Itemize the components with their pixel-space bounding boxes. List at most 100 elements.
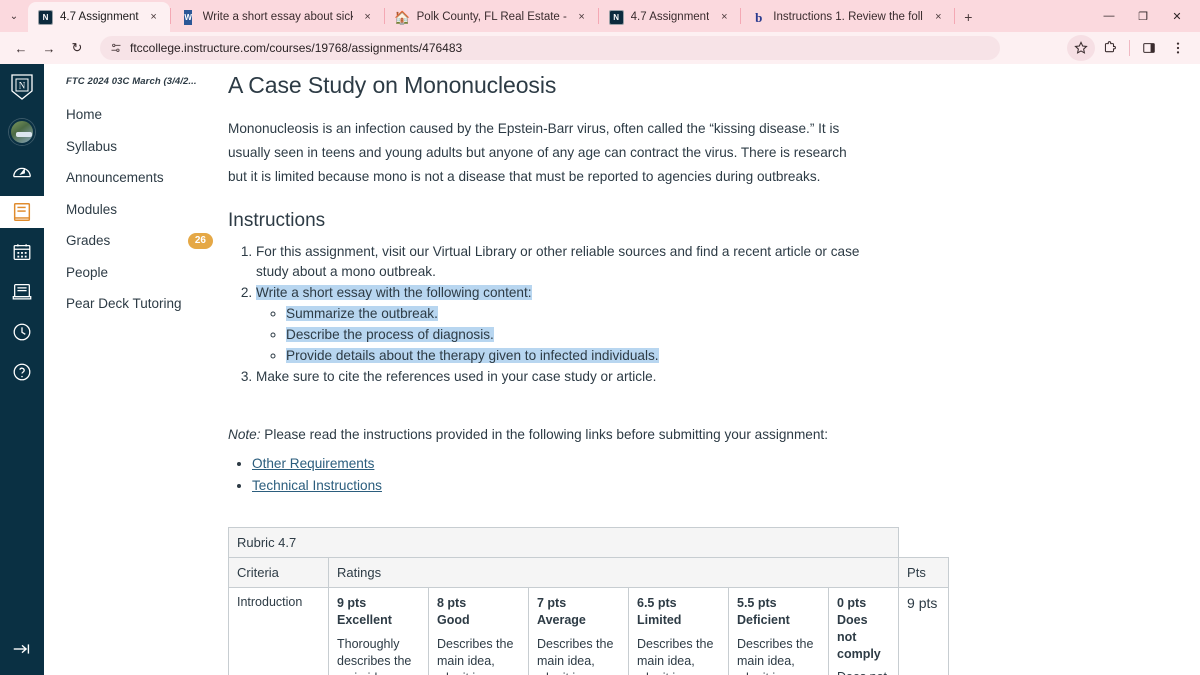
rating-label: Excellent xyxy=(337,612,392,627)
rating-description: Thoroughly describes the main idea, why … xyxy=(337,636,412,675)
sidebar-item-syllabus[interactable]: Syllabus xyxy=(44,131,223,163)
browser-toolbar: ← → ↻ ftccollege.instructure.com/courses… xyxy=(0,32,1200,64)
sidebar-item-help[interactable] xyxy=(0,356,44,388)
toolbar-divider xyxy=(1129,40,1130,56)
course-nav-label: Grades xyxy=(66,233,111,249)
rating-points: 5.5 pts xyxy=(737,595,777,610)
course-nav-label: People xyxy=(66,264,109,280)
link-technical-instructions[interactable]: Technical Instructions xyxy=(252,478,382,493)
rubric-rating-cell[interactable]: 6.5 pts Limited Describes the main idea,… xyxy=(628,586,729,675)
tab-close-icon[interactable]: × xyxy=(930,9,946,25)
bitly-icon: b xyxy=(755,9,763,25)
course-nav-label: Home xyxy=(66,107,103,122)
browser-tab-1[interactable]: N 4.7 Assignment × xyxy=(28,2,170,32)
note-prefix: Note: xyxy=(228,427,261,443)
instruction-subtext: Describe the process of diagnosis. xyxy=(286,327,494,342)
browser-tab-title: Instructions 1. Review the follo xyxy=(773,11,924,23)
browser-tab-title: 4.7 Assignment xyxy=(630,11,710,23)
courses-book-icon xyxy=(13,203,31,221)
star-icon[interactable] xyxy=(1067,35,1095,61)
puzzle-piece-icon[interactable] xyxy=(1096,35,1124,61)
rating-description: Describes the main idea, why it is impor… xyxy=(437,636,514,675)
sidebar-item-inbox[interactable] xyxy=(0,276,44,308)
address-bar[interactable]: ftccollege.instructure.com/courses/19768… xyxy=(100,36,1000,60)
link-other-requirements[interactable]: Other Requirements xyxy=(252,456,374,471)
rating-description: Describes the main idea, why it is impor… xyxy=(537,636,614,675)
rubric-caption-row: Rubric 4.7 xyxy=(227,526,949,558)
rubric-section: Rubric 4.7 Criteria Ratings Pts Introduc… xyxy=(227,526,1176,675)
tab-close-icon[interactable]: × xyxy=(360,9,376,25)
rating-points: 6.5 pts xyxy=(637,595,677,610)
sidebar-item-account[interactable] xyxy=(0,116,44,148)
three-dot-menu-icon[interactable] xyxy=(1164,35,1192,61)
dashboard-gauge-icon xyxy=(13,167,31,178)
instructions-list: For this assignment, visit our Virtual L… xyxy=(228,242,1176,388)
rubric-rating-cell[interactable]: 9 pts Excellent Thoroughly describes the… xyxy=(328,586,429,675)
sidebar-item-people[interactable]: People xyxy=(44,257,223,289)
browser-tab-5[interactable]: b Instructions 1. Review the follo × xyxy=(741,2,954,32)
maximize-window-button[interactable]: ❐ xyxy=(1126,1,1160,31)
sidebar-item-courses[interactable] xyxy=(0,196,44,228)
tune-icon[interactable] xyxy=(110,42,122,54)
list-item: Describe the process of diagnosis. xyxy=(286,325,876,345)
instruction-subtext: Summarize the outbreak. xyxy=(286,305,438,321)
assignment-intro-paragraph: Mononucleosis is an infection caused by … xyxy=(228,121,847,185)
note-paragraph: Note: Please read the instructions provi… xyxy=(228,427,1176,442)
sidebar-item-modules[interactable]: Modules xyxy=(44,194,223,226)
list-item: Provide details about the therapy given … xyxy=(286,346,876,366)
tab-close-icon[interactable]: × xyxy=(146,9,162,25)
browser-tab-2[interactable]: W Write a short essay about sickl × xyxy=(171,2,384,32)
canvas-icon: N xyxy=(608,9,624,25)
tab-close-icon[interactable]: × xyxy=(716,9,732,25)
rating-label: Average xyxy=(537,612,586,627)
sidebar-item-calendar[interactable] xyxy=(0,236,44,268)
calendar-icon xyxy=(13,244,31,260)
rubric-rating-cell[interactable]: 7 pts Average Describes the main idea, w… xyxy=(528,586,629,675)
note-text: Please read the instructions provided in… xyxy=(260,427,828,443)
sidebar-item-grades[interactable]: Grades 26 xyxy=(44,225,223,257)
browser-tab-title: 4.7 Assignment xyxy=(60,11,139,23)
rubric-rating-cell[interactable]: 0 pts Does not comply Does not comply wi… xyxy=(827,586,900,675)
page-title: A Case Study on Mononucleosis xyxy=(228,72,557,98)
rating-points: 0 pts xyxy=(837,595,867,610)
user-avatar-icon xyxy=(9,119,35,145)
word-doc-icon: W xyxy=(181,9,196,25)
page-viewport: N FTC 2024 03C March (3/4/2... Home Syll… xyxy=(0,64,1200,675)
close-window-button[interactable]: ✕ xyxy=(1160,1,1194,31)
sidebar-item-announcements[interactable]: Announcements xyxy=(44,162,223,194)
question-mark-circle-icon xyxy=(13,363,31,381)
rating-description: Describes the main idea, why it is impor… xyxy=(737,636,814,675)
course-nav-label: Pear Deck Tutoring xyxy=(66,296,182,312)
sidebar-item-pear-deck-tutoring[interactable]: Pear Deck Tutoring xyxy=(44,288,223,320)
inbox-icon xyxy=(12,284,32,300)
list-item: Other Requirements xyxy=(252,454,1176,473)
instruction-text: Write a short essay with the following c… xyxy=(256,284,532,300)
forward-button[interactable]: → xyxy=(36,35,62,61)
tab-close-icon[interactable]: × xyxy=(574,9,590,25)
clock-icon xyxy=(13,323,31,341)
browser-tab-3[interactable]: 🏠 Polk County, FL Real Estate - H × xyxy=(385,2,598,32)
list-item: For this assignment, visit our Virtual L… xyxy=(256,242,876,282)
side-panel-icon[interactable] xyxy=(1135,35,1163,61)
browser-window: ⌄ N 4.7 Assignment × W Write a short ess… xyxy=(0,0,1200,675)
sidebar-item-history[interactable] xyxy=(0,316,44,348)
arrow-to-line-icon[interactable] xyxy=(0,633,44,665)
back-button[interactable]: ← xyxy=(8,35,34,61)
new-tab-button[interactable]: + xyxy=(955,2,981,32)
minimize-window-button[interactable]: — xyxy=(1092,1,1126,31)
grades-count-badge: 26 xyxy=(187,232,213,249)
sidebar-item-home[interactable]: Home xyxy=(44,99,223,131)
reload-button[interactable]: ↻ xyxy=(64,35,90,61)
reference-links-list: Other Requirements Technical Instruction… xyxy=(228,454,1176,495)
rating-label: Deficient xyxy=(737,612,790,627)
rubric-rating-cell[interactable]: 8 pts Good Describes the main idea, why … xyxy=(428,586,529,675)
rubric-header-row: Criteria Ratings Pts xyxy=(228,556,950,588)
canvas-logo-icon[interactable]: N xyxy=(0,70,44,104)
instruction-subtext: Provide details about the therapy given … xyxy=(286,348,659,364)
rubric-rating-cell[interactable]: 5.5 pts Deficient Describes the main ide… xyxy=(728,586,829,675)
sidebar-item-dashboard[interactable] xyxy=(0,156,44,188)
browser-tab-4[interactable]: N 4.7 Assignment × xyxy=(599,2,741,32)
house-icon: 🏠 xyxy=(394,9,410,25)
list-item: Write a short essay with the following c… xyxy=(256,283,876,366)
tab-search-chevron-down-icon[interactable]: ⌄ xyxy=(0,0,28,32)
